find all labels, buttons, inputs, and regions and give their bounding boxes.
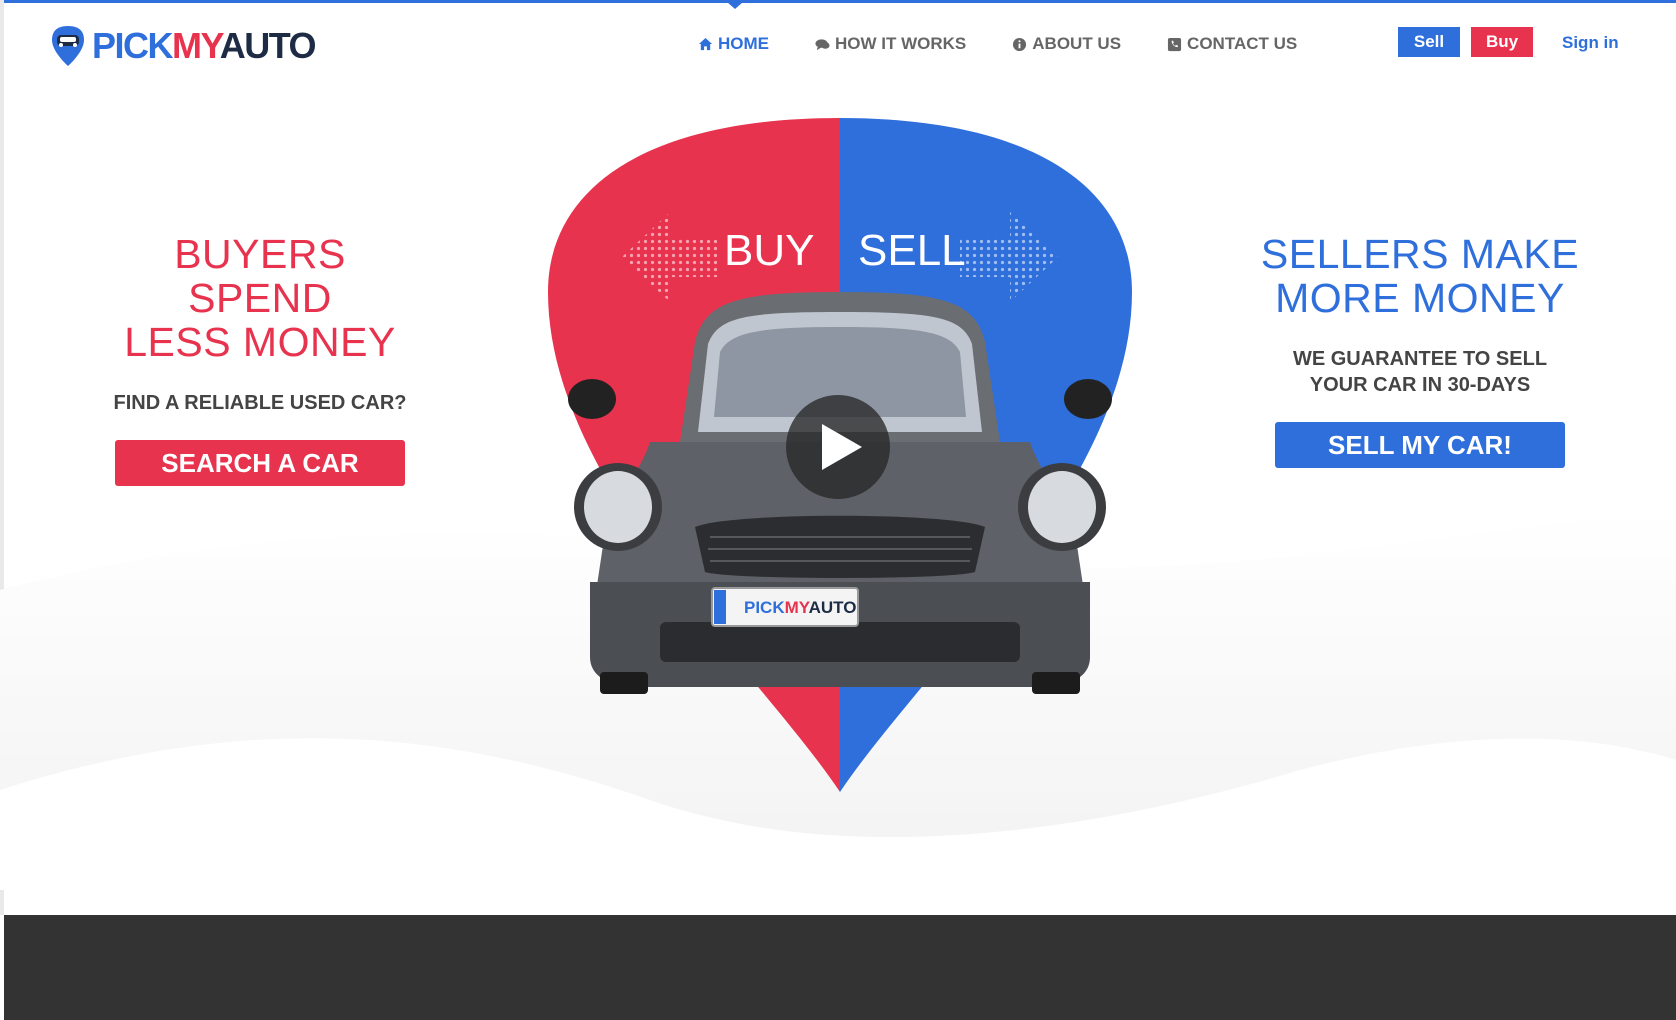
- buyers-headline-line2: LESS MONEY: [124, 319, 396, 365]
- sellers-headline-line1: SELLERS MAKE: [1260, 231, 1580, 277]
- nav-contact-us-label: CONTACT US: [1187, 34, 1298, 53]
- comments-icon: [815, 38, 830, 50]
- phone-square-icon: [1167, 37, 1182, 51]
- sellers-headline-line2: MORE MONEY: [1275, 275, 1565, 321]
- sellers-subtitle-line2: YOUR CAR IN 30-DAYS: [1309, 374, 1531, 396]
- nav-about-us[interactable]: ABOUT US: [1012, 34, 1121, 54]
- top-accent-line: [0, 0, 1676, 3]
- info-circle-icon: [1013, 37, 1027, 51]
- main-nav: HOME HOW IT WORKS ABOUT US CONTACT US: [698, 34, 1343, 54]
- nav-how-it-works[interactable]: HOW IT WORKS: [815, 34, 966, 54]
- active-nav-indicator: [727, 2, 743, 9]
- buyers-headline-line1: BUYERS SPEND: [174, 231, 346, 321]
- nav-about-us-label: ABOUT US: [1032, 34, 1122, 53]
- logo-part-pick: PICK: [92, 25, 174, 66]
- sell-my-car-button[interactable]: SELL MY CAR!: [1275, 422, 1565, 468]
- play-video-button[interactable]: [776, 395, 880, 499]
- footer: [4, 915, 1676, 1020]
- buyers-subtitle: FIND A RELIABLE USED CAR?: [113, 392, 407, 414]
- search-a-car-button[interactable]: SEARCH A CAR: [115, 440, 405, 486]
- sell-label: SELL: [858, 226, 966, 275]
- logo-text: PICKMYAUTO: [92, 25, 317, 66]
- logo-pin-icon: [52, 26, 84, 66]
- nav-how-it-works-label: HOW IT WORKS: [835, 34, 967, 53]
- logo-part-my: MY: [172, 25, 221, 66]
- sellers-subtitle: WE GUARANTEE TO SELL YOUR CAR IN 30-DAYS: [1260, 346, 1580, 398]
- nav-contact-us[interactable]: CONTACT US: [1167, 34, 1297, 54]
- sign-in-link[interactable]: Sign in: [1562, 33, 1619, 53]
- logo-part-auto: AUTO: [219, 25, 317, 66]
- nav-home-label: HOME: [718, 34, 769, 53]
- site-logo[interactable]: PICKMYAUTO: [50, 24, 317, 68]
- sellers-section: SELLERS MAKE MORE MONEY WE GUARANTEE TO …: [1260, 232, 1580, 468]
- home-icon: [698, 37, 713, 50]
- sell-button[interactable]: Sell: [1398, 27, 1460, 57]
- buy-button[interactable]: Buy: [1471, 27, 1533, 57]
- plate-text: PICKMYAUTO: [744, 598, 856, 617]
- buyers-headline: BUYERS SPEND LESS MONEY: [100, 232, 420, 364]
- buyers-section: BUYERS SPEND LESS MONEY FIND A RELIABLE …: [100, 232, 420, 486]
- sellers-headline: SELLERS MAKE MORE MONEY: [1260, 232, 1580, 320]
- nav-home[interactable]: HOME: [698, 34, 769, 54]
- sellers-subtitle-line1: WE GUARANTEE TO SELL: [1292, 348, 1548, 370]
- buy-label: BUY: [724, 226, 815, 275]
